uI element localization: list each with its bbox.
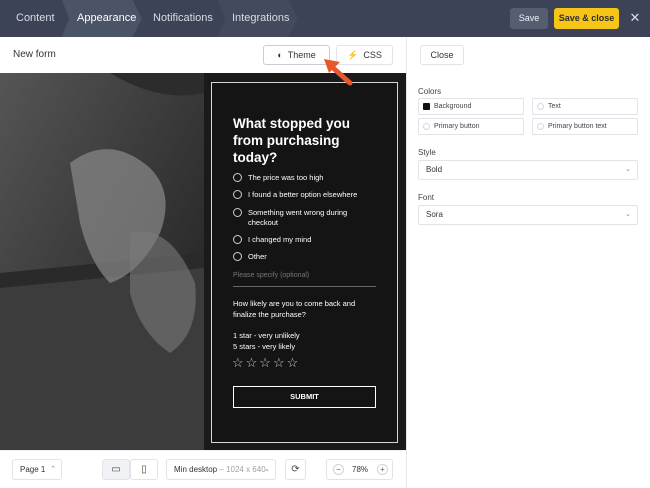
theme-label: Theme <box>287 50 316 60</box>
chevron-down-icon: ⌄ <box>625 211 631 218</box>
phone-icon: ▯ <box>141 464 147 475</box>
laptop-photo <box>0 73 204 450</box>
device-label: Min desktop <box>174 465 218 474</box>
option-label: Something went wrong during checkout <box>248 208 348 227</box>
zoom-control: − 78% + <box>326 459 393 480</box>
tab-notifications[interactable]: Notifications <box>138 0 220 37</box>
radio-button[interactable] <box>233 252 242 261</box>
primary-button-color-picker[interactable]: Primary button <box>418 118 524 135</box>
specify-input[interactable]: Please specify (optional) <box>233 272 309 279</box>
color-swatch <box>423 103 430 110</box>
top-navigation-bar: Content Appearance Notifications Integra… <box>0 0 650 37</box>
page-select[interactable]: Page 1 ⌃ <box>12 459 62 480</box>
survey-question-2: How likely are you to come back and fina… <box>233 299 356 319</box>
rotate-icon: ⟳ <box>291 464 300 475</box>
close-button[interactable]: Close <box>420 45 464 65</box>
close-icon[interactable]: ✕ <box>627 10 643 26</box>
zoom-value: 78% <box>352 465 369 474</box>
scale-high-label: 5 stars - very likely <box>233 342 296 351</box>
color-label: Text <box>548 103 561 110</box>
star-rating[interactable]: ☆☆☆☆☆ <box>232 355 300 371</box>
style-heading: Style <box>418 148 436 157</box>
color-label: Primary button <box>434 123 480 130</box>
option-changed-mind[interactable]: I changed my mind <box>233 235 373 245</box>
option-price[interactable]: The price was too high <box>233 173 373 183</box>
option-label: Other <box>248 252 267 261</box>
monitor-icon: ▭ <box>111 464 121 475</box>
color-swatch <box>423 123 430 130</box>
option-other[interactable]: Other <box>233 252 373 262</box>
save-and-close-button[interactable]: Save & close <box>554 8 619 29</box>
option-label: I found a better option elsewhere <box>248 190 358 199</box>
primary-button-text-color-picker[interactable]: Primary button text <box>532 118 638 135</box>
chevron-up-icon: ⌃ <box>50 466 56 473</box>
contrast-icon: ◐ <box>277 50 283 60</box>
font-value: Sora <box>426 210 443 219</box>
chevron-down-icon: ⌄ <box>625 166 631 173</box>
radio-button[interactable] <box>233 208 242 217</box>
submit-button[interactable]: SUBMIT <box>233 386 376 408</box>
font-heading: Font <box>418 193 435 202</box>
colors-heading: Colors <box>418 87 442 96</box>
zoom-in-button[interactable]: + <box>377 464 388 475</box>
tab-appearance[interactable]: Appearance <box>62 0 142 37</box>
option-label: The price was too high <box>248 173 324 182</box>
survey-question: What stopped you from purchasing today? <box>233 116 350 165</box>
color-swatch <box>537 103 544 110</box>
font-select[interactable]: Sora ⌄ <box>418 205 638 225</box>
color-label: Primary button text <box>548 123 607 130</box>
device-size: – 1024 x 640 <box>219 465 266 474</box>
page-label: Page 1 <box>20 465 46 474</box>
option-better-option[interactable]: I found a better option elsewhere <box>233 190 373 200</box>
zoom-out-button[interactable]: − <box>333 464 344 475</box>
desktop-view-button[interactable]: ▭ <box>102 459 130 480</box>
chevron-down-icon: ⌄ <box>264 466 270 473</box>
text-color-picker[interactable]: Text <box>532 98 638 115</box>
style-value: Bold <box>426 165 443 174</box>
device-select[interactable]: Min desktop – 1024 x 640 ⌄ <box>166 459 276 480</box>
option-label: I changed my mind <box>248 235 312 244</box>
color-label: Background <box>434 103 472 110</box>
radio-button[interactable] <box>233 173 242 182</box>
style-select[interactable]: Bold ⌄ <box>418 160 638 180</box>
save-button[interactable]: Save <box>510 8 548 29</box>
rotate-button[interactable]: ⟳ <box>285 459 306 480</box>
tab-content[interactable]: Content <box>0 0 62 37</box>
css-label: CSS <box>363 50 382 60</box>
arrow-annotation <box>324 59 353 86</box>
tab-integrations[interactable]: Integrations <box>218 0 298 37</box>
option-checkout-issue[interactable]: Something went wrong during checkout <box>233 208 373 228</box>
mobile-view-button[interactable]: ▯ <box>130 459 158 480</box>
form-name: New form <box>13 49 56 60</box>
background-color-picker[interactable]: Background <box>418 98 524 115</box>
radio-button[interactable] <box>233 190 242 199</box>
specify-underline <box>233 286 376 287</box>
scale-low-label: 1 star - very unlikely <box>233 331 300 340</box>
color-swatch <box>537 123 544 130</box>
radio-button[interactable] <box>233 235 242 244</box>
